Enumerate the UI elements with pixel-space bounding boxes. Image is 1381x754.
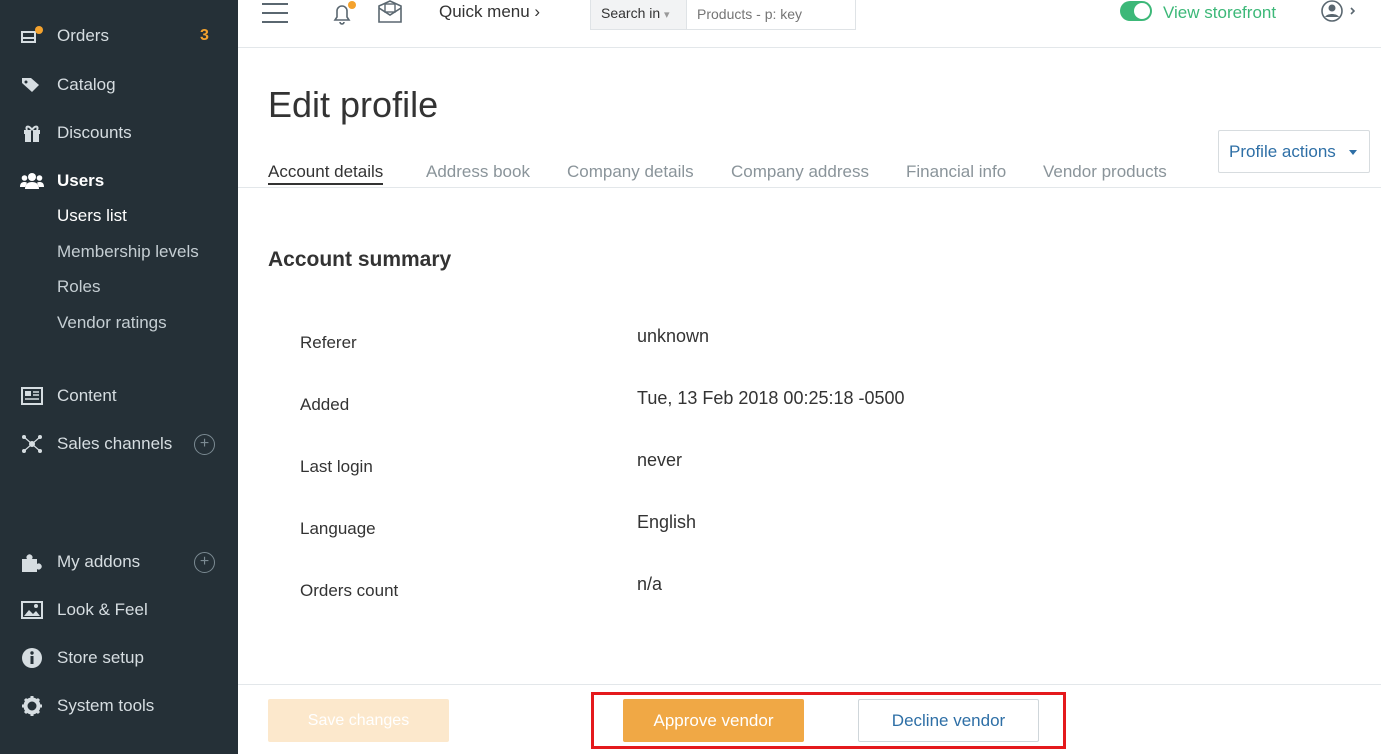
sidebar: Orders 3 Catalog Discounts Users Users l… [0,0,238,754]
search-scope-label: Search in [601,5,661,21]
sidebar-item-label: Users [57,171,105,190]
network-icon [20,433,44,455]
sidebar-item-my-addons[interactable]: My addons + [0,542,238,582]
referer-label: Referer [300,333,357,352]
sidebar-item-users[interactable]: Users [0,161,238,201]
added-label: Added [300,395,350,414]
tab-vendor-products[interactable]: Vendor products [1043,162,1167,182]
sidebar-item-label: Orders [57,26,109,45]
sidebar-item-content[interactable]: Content [0,376,238,416]
hamburger-menu-icon[interactable] [262,3,288,23]
tab-company-address[interactable]: Company address [731,162,869,182]
search-scope-dropdown[interactable]: Search in ▾ [591,0,687,29]
storefront-toggle[interactable] [1120,1,1152,21]
tabs-divider [238,187,1381,188]
orders-icon [20,25,44,47]
gear-icon [20,695,44,717]
tab-company-details[interactable]: Company details [567,162,694,182]
sidebar-item-label: My addons [57,552,141,571]
tags-icon [20,74,44,96]
sidebar-item-catalog[interactable]: Catalog [0,65,238,105]
save-changes-button[interactable]: Save changes [268,699,449,742]
gift-icon [20,122,44,144]
image-icon [20,599,44,621]
profile-actions-label: Profile actions [1229,142,1336,161]
bell-icon[interactable] [330,0,356,31]
sidebar-item-label: Content [57,386,117,405]
sidebar-item-store-setup[interactable]: Store setup [0,638,238,678]
search-box: Search in ▾ [590,0,856,30]
orders-count-value: n/a [637,574,663,594]
sidebar-item-orders[interactable]: Orders 3 [0,16,238,56]
sidebar-item-label: Store setup [57,648,144,667]
sidebar-item-label: System tools [57,696,155,715]
search-input[interactable] [687,0,855,29]
page-title: Edit profile [268,84,439,125]
sidebar-item-label: Discounts [57,123,132,142]
add-addon-icon[interactable]: + [194,551,215,573]
caret-down-icon [1349,150,1357,155]
added-value: Tue, 13 Feb 2018 00:25:18 -0500 [637,388,905,408]
orders-count-label: Orders count [300,581,399,600]
app: Orders 3 Catalog Discounts Users Users l… [0,0,1381,754]
sidebar-item-sales-channels[interactable]: Sales channels + [0,424,238,464]
section-title: Account summary [268,248,452,271]
users-icon [20,170,44,192]
last-login-label: Last login [300,457,373,476]
sidebar-item-label: Look & Feel [57,600,148,619]
tab-address-book[interactable]: Address book [426,162,530,182]
language-value: English [637,512,697,532]
newspaper-icon [20,385,44,407]
info-icon [20,647,44,669]
puzzle-icon [20,551,44,573]
mail-icon[interactable] [377,0,403,29]
sidebar-item-discounts[interactable]: Discounts [0,113,238,153]
sidebar-subitem-membership-levels[interactable]: Membership levels [57,242,199,262]
referer-value: unknown [637,326,710,346]
sidebar-subitem-users-list[interactable]: Users list [57,206,127,226]
top-bar: Quick menu › Search in ▾ View storefront [238,0,1381,48]
sidebar-item-label: Sales channels [57,434,173,453]
add-sales-channel-icon[interactable]: + [194,433,215,455]
quick-menu-button[interactable]: Quick menu › [439,2,540,22]
orders-count-badge: 3 [200,27,209,44]
tab-financial-info[interactable]: Financial info [906,162,1006,182]
caret-down-icon: ▾ [664,9,670,21]
last-login-value: never [637,450,683,470]
sidebar-item-system-tools[interactable]: System tools [0,686,238,726]
language-label: Language [300,519,376,538]
tab-account-details[interactable]: Account details [268,162,384,185]
sidebar-item-look-feel[interactable]: Look & Feel [0,590,238,630]
sidebar-item-label: Catalog [57,75,116,94]
profile-actions-dropdown[interactable]: Profile actions [1218,130,1370,173]
sidebar-subitem-roles[interactable]: Roles [57,277,100,297]
user-account-icon[interactable] [1321,0,1356,31]
highlight-box [591,692,1066,749]
sidebar-subitem-vendor-ratings[interactable]: Vendor ratings [57,313,167,333]
view-storefront-link[interactable]: View storefront [1163,3,1276,23]
